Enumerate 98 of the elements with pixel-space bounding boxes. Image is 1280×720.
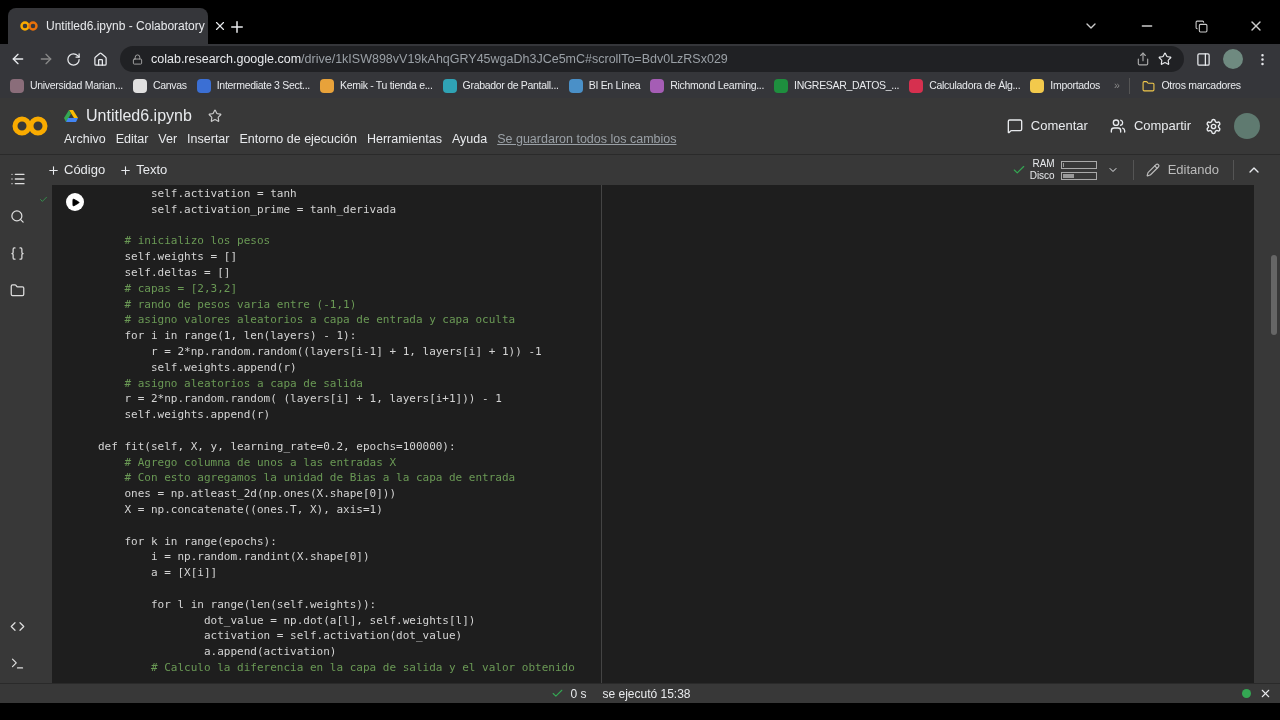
menu-item[interactable]: Herramientas: [366, 129, 442, 149]
menu-item[interactable]: Ayuda: [452, 129, 488, 149]
table-of-contents-icon[interactable]: [9, 171, 26, 187]
code-line: a = [X[i]]: [149, 565, 218, 581]
menu-item[interactable]: Ver: [158, 129, 178, 149]
plus-icon: [47, 163, 60, 177]
play-icon: [70, 197, 80, 207]
execution-duration: 0 s: [570, 685, 587, 703]
menu-item[interactable]: Insertar: [187, 129, 230, 149]
url-text: colab.research.google.com/drive/1kISW898vV19kAhqGRY45wgaDh3JCe5mC#scrollTo=Bdv0LzRSx029: [151, 50, 729, 68]
folder-icon[interactable]: [10, 283, 25, 298]
code-line: for i in range(1, len(layers) - 1):: [123, 328, 357, 344]
code-line: for l in range(len(self.weights)):: [149, 596, 377, 613]
code-line: self.weights.append(r): [149, 359, 297, 376]
code-comment: # Calculo la diferencia en la capa de salida y el valor obtenido: [149, 659, 575, 676]
check-icon: [39, 195, 48, 204]
code-line: r = 2*np.random.random((layers[i-1] + 1, layers[i] + 1)) -1: [149, 343, 542, 360]
people-icon: [1109, 118, 1126, 134]
colab-logo-icon: [12, 115, 48, 137]
star-icon[interactable]: [207, 108, 222, 123]
variables-icon[interactable]: [10, 246, 25, 261]
close-icon[interactable]: [1259, 687, 1272, 700]
code-comment: # inicializo los pesos: [123, 233, 271, 250]
new-tab-icon[interactable]: [228, 18, 246, 36]
comment-button[interactable]: Comentar: [1006, 116, 1088, 136]
code-line: self.activation_prime = tanh_derivada: [149, 201, 396, 218]
user-avatar[interactable]: [1234, 113, 1260, 139]
code-comment: # rando de pesos varia entre (-1,1): [123, 296, 357, 313]
scrollbar-thumb[interactable]: [1271, 255, 1277, 335]
code-line: for k in range(epochs):: [123, 533, 277, 550]
menu-item[interactable]: Entorno de ejecución: [239, 129, 357, 149]
bookmark[interactable]: BI En Línea: [568, 78, 641, 94]
star-icon[interactable]: [1158, 52, 1172, 66]
run-cell-button[interactable]: [66, 193, 84, 211]
home-icon[interactable]: [93, 51, 108, 67]
code-line: X = np.concatenate((ones.T, X), axis=1): [123, 501, 383, 518]
code-comment: # capas = [2,3,2]: [123, 280, 238, 297]
tab-title: Untitled6.ipynb - Colaboratory: [46, 18, 205, 35]
code-line: def fit(self, X, y, learning_rate=0.2, epochs=100000):: [98, 438, 456, 455]
code-line: dot_value = np.dot(a[l], self.weights[l]): [202, 612, 476, 629]
bookmark[interactable]: Intermediate 3 Sect...: [196, 78, 310, 94]
terminal-icon[interactable]: [10, 656, 25, 671]
code-line: i = np.random.randint(X.shape[0]): [149, 549, 370, 566]
bookmark-folder[interactable]: Otros marcadores: [1129, 78, 1241, 94]
code-comment: # asigno valores aleatorios a capa de entrada y capa oculta: [123, 312, 516, 329]
settings-icon[interactable]: [1205, 117, 1222, 135]
share-icon[interactable]: [1136, 52, 1150, 66]
colab-logo-icon: [20, 21, 38, 31]
share-button[interactable]: Compartir: [1109, 116, 1191, 136]
bookmark[interactable]: Canvas: [132, 78, 187, 94]
bookmark[interactable]: Calculadora de Álg...: [909, 78, 1021, 94]
code-line: self.deltas = []: [123, 265, 231, 281]
bookmark[interactable]: Universidad Marian...: [10, 78, 123, 94]
reload-icon[interactable]: [66, 51, 81, 67]
plus-icon: [119, 163, 133, 177]
code-comment: # Con esto agregamos la unidad de Bias a la capa de entrada: [123, 470, 516, 487]
save-status-link[interactable]: Se guardaron todos los cambios: [497, 129, 677, 149]
check-icon: [551, 687, 565, 700]
code-line: r = 2*np.random.random( (layers[i] + 1, layers[i+1])) - 1: [123, 391, 502, 408]
side-panel-icon[interactable]: [1196, 51, 1211, 67]
address-field[interactable]: colab.research.google.com/drive/1kISW898vV19kAhqGRY45wgaDh3JCe5mC#scrollTo=Bdv0LzRSx029: [120, 46, 1184, 72]
bookmark[interactable]: Kemik - Tu tienda e...: [319, 78, 433, 94]
folder-icon: [1142, 79, 1156, 93]
more-bookmarks[interactable]: »: [1113, 78, 1120, 94]
usage-meter: [1060, 171, 1097, 180]
bookmark[interactable]: Richmond Learning...: [650, 78, 765, 94]
drive-icon: [64, 109, 78, 122]
add-code-button[interactable]: Código: [47, 160, 106, 180]
menu-item[interactable]: Editar: [115, 129, 149, 149]
search-icon[interactable]: [10, 209, 25, 224]
lock-icon: [132, 53, 143, 65]
code-line: self.weights = []: [123, 249, 238, 265]
code-line: self.activation = tanh: [149, 186, 297, 202]
code-snippets-icon[interactable]: [10, 619, 25, 634]
execution-time: se ejecutó 15:38: [602, 685, 691, 703]
bookmark[interactable]: Importados: [1030, 78, 1100, 94]
restore-icon[interactable]: [1195, 19, 1208, 33]
add-text-button[interactable]: Texto: [119, 160, 168, 180]
check-icon: [1011, 163, 1026, 177]
edit-mode-button[interactable]: Editando: [1145, 160, 1219, 180]
notebook-title[interactable]: Untitled6.ipynb: [86, 103, 192, 128]
bookmark[interactable]: Grabador de Pantall...: [442, 78, 559, 94]
usage-meter: [1060, 160, 1097, 169]
menu-item[interactable]: Archivo: [64, 129, 106, 149]
code-line: activation = self.activation(dot_value): [202, 628, 463, 645]
code-line: a.append(activation): [202, 644, 337, 660]
code-comment: # asigno aleatorios a capa de salida: [123, 375, 363, 392]
code-line: self.weights.append(r): [123, 407, 271, 423]
disk-label: Disco: [1029, 170, 1055, 182]
bookmark[interactable]: INGRESAR_DATOS_...: [774, 78, 900, 94]
forward-icon[interactable]: [38, 51, 54, 67]
comment-icon: [1006, 118, 1023, 134]
code-line: ones = np.atleast_2d(np.ones(X.shape[0])): [123, 486, 396, 502]
back-icon[interactable]: [10, 51, 26, 67]
code-comment: # Agrego columna de unos a las entradas X: [123, 454, 396, 471]
profile-avatar[interactable]: [1223, 49, 1243, 69]
ram-label: RAM: [1032, 158, 1055, 170]
pencil-icon: [1145, 163, 1160, 177]
